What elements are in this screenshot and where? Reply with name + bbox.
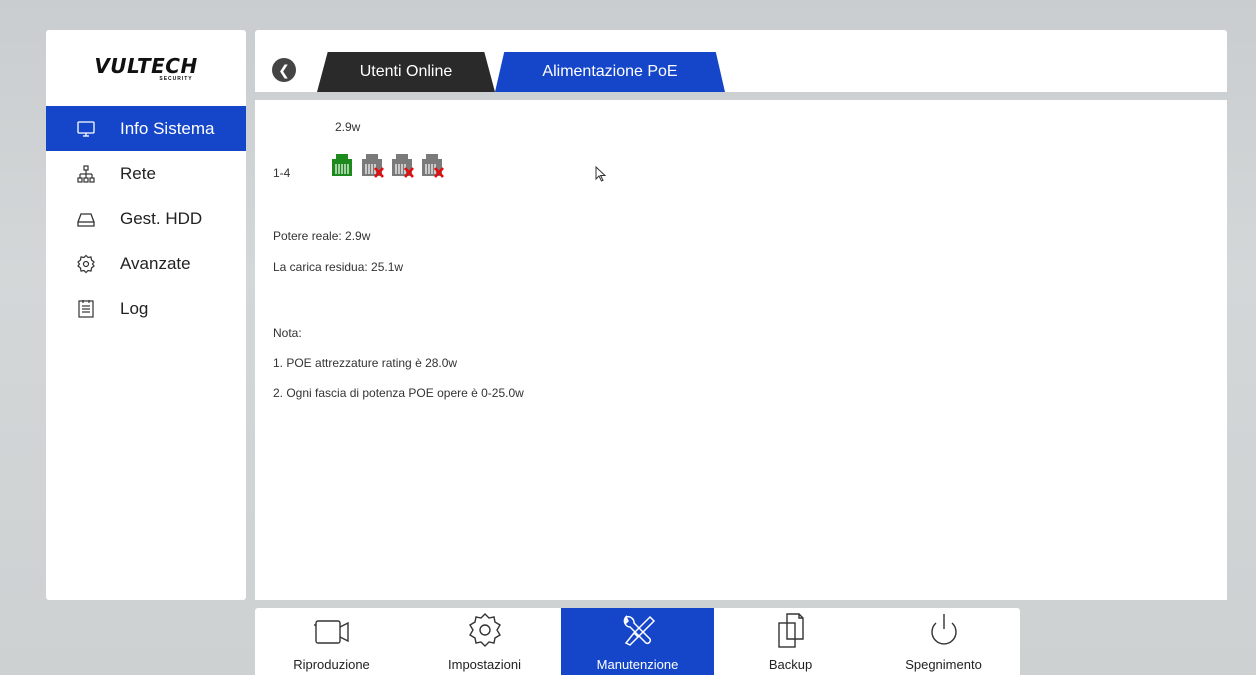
monitor-icon: [76, 119, 96, 139]
back-button[interactable]: ❮: [272, 58, 296, 82]
main-panel: ❮ Utenti Online Alimentazione PoE 2.9w 1…: [255, 30, 1227, 600]
port-active-icon: [330, 152, 354, 178]
tab-label: Utenti Online: [359, 63, 453, 80]
sidebar-item-label: Info Sistema: [120, 118, 215, 138]
port-range-label: 1-4: [273, 166, 291, 180]
camera-icon: [310, 611, 354, 651]
nav-riproduzione[interactable]: Riproduzione: [255, 608, 408, 675]
sidebar-item-label: Rete: [120, 163, 156, 183]
port-power-value: 2.9w: [335, 120, 361, 134]
nav-impostazioni[interactable]: Impostazioni: [408, 608, 561, 675]
copy-icon: [769, 611, 813, 651]
tab-bar: ❮ Utenti Online Alimentazione PoE: [255, 30, 1227, 92]
sidebar-item-label: Avanzate: [120, 253, 191, 273]
nav-label: Impostazioni: [448, 657, 521, 672]
gear-icon: [76, 254, 96, 274]
nav-spegnimento[interactable]: Spegnimento: [867, 608, 1020, 675]
tab-alimentazione-poe[interactable]: Alimentazione PoE: [495, 52, 725, 92]
sidebar-item-label: Log: [120, 298, 149, 318]
nav-backup[interactable]: Backup: [714, 608, 867, 675]
poe-ports: [330, 152, 444, 178]
bottom-nav: Riproduzione Impostazioni Manutenzione B…: [255, 608, 1020, 675]
tools-icon: [616, 611, 660, 651]
note-title: Nota:: [273, 326, 302, 340]
nav-label: Manutenzione: [596, 657, 679, 672]
real-power-text: Potere reale: 2.9w: [273, 229, 371, 243]
nav-manutenzione[interactable]: Manutenzione: [561, 608, 714, 675]
sidebar-item-avanzate[interactable]: Avanzate: [46, 241, 246, 286]
logo-text: VULTECH: [94, 54, 198, 78]
nav-label: Riproduzione: [293, 657, 370, 672]
tab-label: Alimentazione PoE: [542, 63, 678, 80]
tab-utenti-online[interactable]: Utenti Online: [317, 52, 495, 92]
sidebar-item-gest-hdd[interactable]: Gest. HDD: [46, 196, 246, 241]
sidebar-menu: Info Sistema Rete Gest. HDD Avanzate Log: [46, 106, 246, 331]
gear-icon: [463, 611, 507, 651]
port-disconnected-icon: [420, 152, 444, 178]
sidebar-item-rete[interactable]: Rete: [46, 151, 246, 196]
power-icon: [922, 611, 966, 651]
sidebar: VULTECH SECURITY Info Sistema Rete Gest.…: [46, 30, 246, 600]
mouse-cursor-icon: [595, 165, 607, 185]
network-icon: [76, 164, 96, 184]
sidebar-item-label: Gest. HDD: [120, 208, 203, 228]
sidebar-item-info-sistema[interactable]: Info Sistema: [46, 106, 246, 151]
nav-label: Backup: [768, 657, 813, 672]
logo-subtext: SECURITY: [159, 76, 193, 82]
sidebar-item-log[interactable]: Log: [46, 286, 246, 331]
chevron-left-icon: ❮: [278, 61, 290, 78]
port-disconnected-icon: [360, 152, 384, 178]
brand-logo: VULTECH SECURITY: [46, 30, 246, 106]
note-line-1: 1. POE attrezzature rating è 28.0w: [273, 356, 458, 370]
log-icon: [76, 299, 96, 319]
nav-label: Spegnimento: [905, 657, 982, 672]
poe-content: 2.9w 1-4 Potere reale: 2.9w La carica re…: [255, 100, 1227, 600]
note-line-2: 2. Ogni fascia di potenza POE opere è 0-…: [273, 386, 524, 400]
remaining-power-text: La carica residua: 25.1w: [273, 260, 404, 274]
port-disconnected-icon: [390, 152, 414, 178]
hdd-icon: [76, 209, 96, 229]
